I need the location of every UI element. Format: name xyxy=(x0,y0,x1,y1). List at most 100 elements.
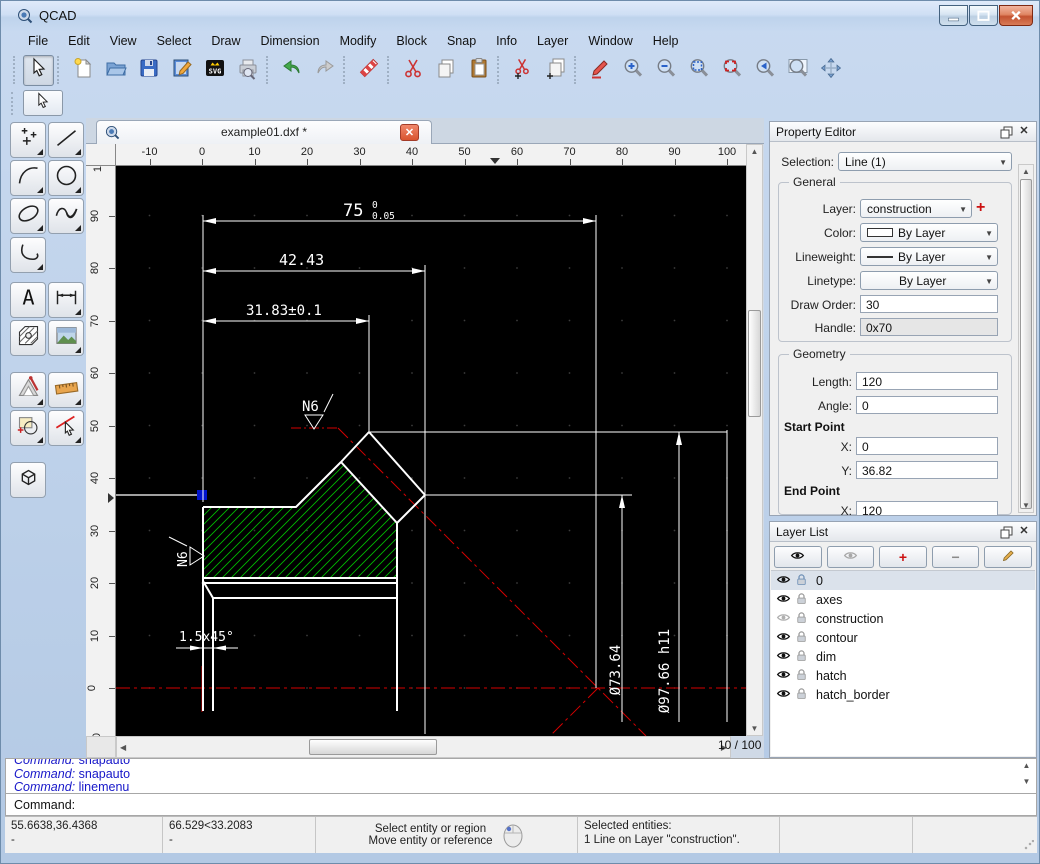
scroll-down-icon[interactable]: ▼ xyxy=(1019,777,1034,786)
selection-handle[interactable] xyxy=(197,490,207,500)
selection-combo[interactable]: Line (1)▼ xyxy=(838,152,1012,171)
eye-visible-icon[interactable] xyxy=(776,629,791,647)
draw-order-input[interactable]: 30 xyxy=(860,295,998,313)
layer-row-axes[interactable]: axes xyxy=(771,590,1035,609)
scroll-left-icon[interactable]: ◀ xyxy=(120,743,126,752)
layer-row-dim[interactable]: dim xyxy=(771,647,1035,666)
layer-row-contour[interactable]: contour xyxy=(771,628,1035,647)
svg-export-button[interactable]: SVG xyxy=(199,55,230,86)
polyline-tool-button[interactable] xyxy=(10,237,46,273)
hide-all-layers-button[interactable] xyxy=(827,546,875,568)
edit-layer-button[interactable] xyxy=(984,546,1032,568)
tab-close-button[interactable]: ✕ xyxy=(400,124,419,141)
tab-example01[interactable]: example01.dxf * ✕ xyxy=(96,120,432,144)
layer-row-construction[interactable]: construction xyxy=(771,609,1035,628)
eye-visible-icon[interactable] xyxy=(776,648,791,666)
cut-reference-button[interactable] xyxy=(507,55,538,86)
lineweight-combo[interactable]: By Layer▼ xyxy=(860,247,998,266)
undo-button[interactable] xyxy=(276,55,307,86)
ruler-tool-button[interactable] xyxy=(48,372,84,408)
menu-view[interactable]: View xyxy=(101,32,146,50)
zoom-selection-button[interactable] xyxy=(716,55,747,86)
color-combo[interactable]: By Layer▼ xyxy=(860,223,998,242)
open-folder-button[interactable] xyxy=(100,55,131,86)
eye-visible-icon[interactable] xyxy=(776,572,791,590)
maximize-button[interactable] xyxy=(969,5,998,26)
modify-tool-button[interactable] xyxy=(48,410,84,446)
scroll-up-icon[interactable]: ▲ xyxy=(1019,761,1034,770)
remove-layer-button[interactable]: − xyxy=(932,546,980,568)
text-tool-button[interactable]: A xyxy=(10,282,46,318)
menu-window[interactable]: Window xyxy=(579,32,641,50)
linetype-combo[interactable]: By Layer▼ xyxy=(860,271,998,290)
layer-row-0[interactable]: 0 xyxy=(771,571,1035,590)
show-all-layers-button[interactable] xyxy=(774,546,822,568)
menu-draw[interactable]: Draw xyxy=(202,32,249,50)
property-scroll-thumb[interactable] xyxy=(1020,179,1032,509)
menu-snap[interactable]: Snap xyxy=(438,32,485,50)
lock-icon[interactable] xyxy=(794,572,809,590)
lock-icon[interactable] xyxy=(794,686,809,704)
command-history-scrollbar[interactable]: ▲ ▼ xyxy=(1019,761,1034,792)
property-editor-title[interactable]: Property Editor ✕ xyxy=(770,122,1036,142)
line-tool-button[interactable] xyxy=(48,122,84,158)
menu-help[interactable]: Help xyxy=(644,32,688,50)
redo-button[interactable] xyxy=(309,55,340,86)
copy-button[interactable] xyxy=(430,55,461,86)
lock-icon[interactable] xyxy=(794,667,809,685)
horizontal-scroll-thumb[interactable] xyxy=(309,739,437,755)
zoom-out-button[interactable] xyxy=(650,55,681,86)
vertical-scroll-thumb[interactable] xyxy=(748,310,761,417)
zoom-in-button[interactable] xyxy=(617,55,648,86)
pan-button[interactable] xyxy=(815,55,846,86)
edit-drawing-button[interactable] xyxy=(166,55,197,86)
save-button[interactable] xyxy=(133,55,164,86)
close-button[interactable] xyxy=(999,5,1033,26)
menu-edit[interactable]: Edit xyxy=(59,32,99,50)
start-x-input[interactable]: 0 xyxy=(856,437,998,455)
length-input[interactable]: 120 xyxy=(856,372,998,390)
dimension-tool-button[interactable] xyxy=(48,282,84,318)
zoom-previous-button[interactable] xyxy=(749,55,780,86)
menu-select[interactable]: Select xyxy=(148,32,201,50)
lock-icon[interactable] xyxy=(794,610,809,628)
eye-visible-icon[interactable] xyxy=(776,591,791,609)
select-arrow-button[interactable] xyxy=(23,55,54,86)
title-bar[interactable]: QCAD xyxy=(1,1,1040,31)
print-preview-button[interactable] xyxy=(232,55,263,86)
selection-tool-button[interactable] xyxy=(23,90,63,116)
scroll-up-icon[interactable]: ▲ xyxy=(1019,167,1033,176)
solid-tool-button[interactable] xyxy=(10,462,46,498)
angle-input[interactable]: 0 xyxy=(856,396,998,414)
block-tool-button[interactable] xyxy=(10,410,46,446)
add-layer-icon[interactable]: + xyxy=(976,199,996,217)
copy-reference-button[interactable] xyxy=(540,55,571,86)
layer-list-title[interactable]: Layer List ✕ xyxy=(770,522,1036,542)
start-y-input[interactable]: 36.82 xyxy=(856,461,998,479)
command-input[interactable]: Command: xyxy=(5,793,1037,816)
circle-tool-button[interactable] xyxy=(48,160,84,196)
end-x-input[interactable]: 120 xyxy=(856,501,998,515)
eye-visible-icon[interactable] xyxy=(776,686,791,704)
scroll-down-icon[interactable]: ▼ xyxy=(747,724,762,733)
measure-tool-button[interactable] xyxy=(10,372,46,408)
paste-button[interactable] xyxy=(463,55,494,86)
eye-visible-icon[interactable] xyxy=(776,667,791,685)
add-layer-button[interactable]: + xyxy=(879,546,927,568)
float-panel-icon[interactable] xyxy=(998,524,1014,540)
eraser-button[interactable] xyxy=(353,55,384,86)
eye-hidden-icon[interactable] xyxy=(776,610,791,628)
close-panel-icon[interactable]: ✕ xyxy=(1016,524,1032,540)
resize-grip[interactable] xyxy=(1024,840,1034,850)
layer-row-hatch_border[interactable]: hatch_border xyxy=(771,685,1035,704)
float-panel-icon[interactable] xyxy=(998,124,1014,140)
scroll-down-icon[interactable]: ▼ xyxy=(1019,501,1033,510)
toolbar-handle[interactable] xyxy=(11,92,13,115)
menu-info[interactable]: Info xyxy=(487,32,526,50)
scroll-up-icon[interactable]: ▲ xyxy=(747,147,762,156)
close-panel-icon[interactable]: ✕ xyxy=(1016,124,1032,140)
layer-row-hatch[interactable]: hatch xyxy=(771,666,1035,685)
vertical-scrollbar[interactable]: ▲ ▼ xyxy=(746,144,763,736)
arc-tool-button[interactable] xyxy=(10,160,46,196)
layer-combo[interactable]: construction▼ xyxy=(860,199,972,218)
